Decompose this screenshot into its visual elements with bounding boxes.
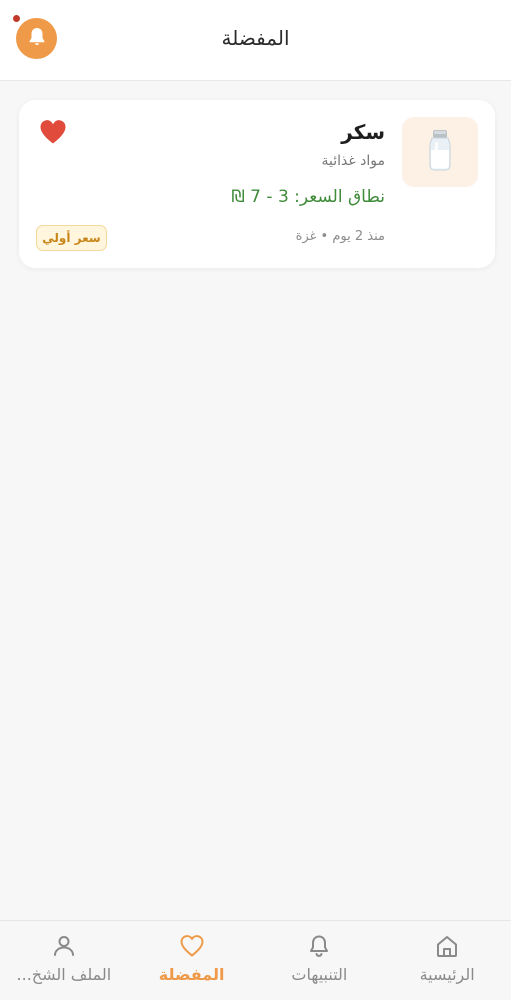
nav-label-favorites: المفضلة [158,965,225,984]
product-category: مواد غذائية [321,153,386,169]
product-name: سكر [341,120,385,144]
page-title: المفضلة [221,26,290,50]
unfavorite-button[interactable] [39,119,67,148]
price-range: نطاق السعر: 3 - 7 ₪ [231,187,385,207]
bell-icon [25,25,49,53]
notification-dot [12,14,21,23]
nav-item-profile[interactable]: الملف الشخ... [0,921,128,1000]
posted-meta: منذ 2 يوم • غزة [295,229,385,244]
salt-shaker-icon [425,128,455,176]
bottom-navigation: الرئيسية التنبيهات المفضلة الملف الشخ... [0,920,511,1000]
price-status-badge: سعر أولي [36,225,107,251]
nav-item-home[interactable]: الرئيسية [383,921,511,1000]
favorite-card[interactable]: سكر مواد غذائية نطاق السعر: 3 - 7 ₪ منذ … [19,100,495,268]
heart-filled-icon [39,119,67,148]
nav-item-favorites[interactable]: المفضلة [128,921,256,1000]
heart-icon [179,933,205,959]
bell-icon [306,933,332,959]
app-root: المفضلة سكر مواد غذائية نطاق السعر: 3 - … [0,0,511,1000]
user-icon [51,933,77,959]
product-thumbnail [402,117,478,187]
nav-label-notifications: التنبيهات [291,965,348,984]
nav-item-notifications[interactable]: التنبيهات [256,921,384,1000]
nav-label-home: الرئيسية [419,965,475,984]
notifications-button[interactable] [16,18,57,59]
header: المفضلة [0,0,511,81]
nav-label-profile: الملف الشخ... [16,965,112,984]
home-icon [434,933,460,959]
